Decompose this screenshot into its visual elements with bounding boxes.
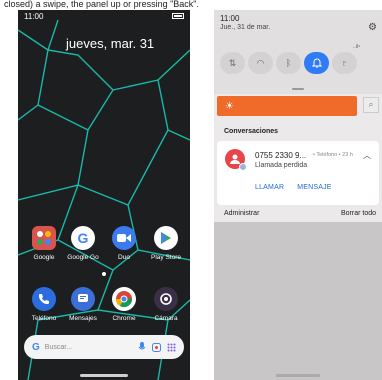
apps-grid-icon[interactable] — [167, 343, 176, 352]
app-label: Google — [33, 254, 55, 261]
status-bar: 11:00 — [24, 10, 184, 22]
call-button[interactable]: LLAMAR — [255, 184, 284, 191]
bluetooth-icon: ᛒ — [285, 58, 292, 68]
google-folder-icon — [32, 226, 56, 250]
status-time: 11:00 — [220, 14, 240, 23]
data-toggle-tile[interactable]: ⇅ — [220, 52, 245, 74]
brightness-slider[interactable]: ☀ — [217, 96, 357, 116]
bluetooth-toggle-tile[interactable]: ᛒ — [276, 52, 301, 74]
notification-actions: LLAMAR MENSAJE — [255, 184, 332, 191]
app-play-store[interactable]: Play Store — [146, 226, 186, 261]
data-arrows-icon: ⇅ — [228, 57, 237, 68]
search-bar[interactable]: G Buscar... — [24, 335, 184, 359]
status-date: Jue., 31 de mar. — [220, 24, 271, 31]
battery-icon — [172, 13, 184, 19]
google-logo-icon: G — [32, 341, 40, 353]
app-duo[interactable]: Duo — [104, 226, 144, 261]
status-time: 11:00 — [24, 11, 44, 21]
mic-icon[interactable] — [138, 342, 146, 352]
lens-icon[interactable] — [152, 342, 161, 352]
page-indicator — [102, 272, 106, 276]
app-messages[interactable]: Mensajes — [63, 287, 103, 322]
camera-icon — [154, 287, 178, 311]
manage-button[interactable]: Administrar — [224, 210, 259, 217]
notification-title: 0755 2330 9... — [255, 151, 307, 160]
app-google[interactable]: Google — [24, 226, 64, 261]
sun-icon: ☀ — [225, 100, 234, 112]
flashlight-icon: ♇ — [341, 58, 348, 68]
wallpaper — [18, 19, 190, 380]
date-widget[interactable]: jueves, mar. 31 — [66, 36, 154, 51]
app-label: Duo — [118, 254, 130, 261]
gear-icon[interactable]: ⚙ — [368, 22, 377, 33]
auto-brightness-icon[interactable]: ⌕ — [363, 97, 379, 113]
phone-icon — [32, 287, 56, 311]
message-button[interactable]: MENSAJE — [297, 184, 331, 191]
app-phone[interactable]: Teléfono — [24, 287, 64, 322]
search-placeholder: Buscar... — [44, 343, 73, 351]
app-chrome[interactable]: Chrome — [104, 287, 144, 322]
home-screen: 11:00 jueves, mar. 31 Google G Google Go… — [18, 10, 190, 380]
play-store-icon — [154, 226, 178, 250]
panel-handle[interactable] — [292, 88, 304, 90]
app-google-go[interactable]: G Google Go — [63, 226, 103, 261]
google-go-icon: G — [71, 226, 95, 250]
home-gesture-bar[interactable] — [80, 374, 128, 377]
notification-meta: • Teléfono • 23 h — [313, 152, 353, 158]
duo-icon — [112, 226, 136, 250]
app-label: Mensajes — [69, 315, 97, 322]
chevron-up-icon[interactable]: ︿ — [363, 150, 371, 161]
blurred-background — [214, 222, 382, 380]
signal-indicator: ..il⁴ — [353, 44, 361, 50]
bell-icon — [311, 58, 322, 68]
home-gesture-bar[interactable] — [276, 374, 320, 377]
missed-call-notification[interactable]: 0755 2330 9... • Teléfono • 23 h ︿ Llama… — [217, 141, 379, 205]
caption-text: closed) a swipe, the panel up or pressin… — [4, 0, 199, 9]
app-label: Teléfono — [31, 315, 57, 322]
wifi-toggle-tile[interactable]: ◠ — [248, 52, 273, 74]
chrome-icon — [112, 287, 136, 311]
wifi-icon: ◠ — [256, 57, 265, 68]
notification-subtitle: Llamada perdida — [255, 162, 308, 169]
app-label: Play Store — [151, 254, 181, 261]
call-badge-icon — [239, 163, 247, 171]
notification-shade: 11:00 Jue., 31 de mar. ⚙ ..il⁴ ⇅ ◠ ᛒ ♇ ☀… — [214, 10, 382, 380]
app-label: Google Go — [67, 254, 99, 261]
dnd-toggle-tile[interactable] — [304, 52, 329, 74]
flashlight-toggle-tile[interactable]: ♇ — [332, 52, 357, 74]
section-title: Conversaciones — [224, 128, 279, 135]
messages-icon — [71, 287, 95, 311]
app-label: Chrome — [112, 315, 136, 322]
app-camera[interactable]: Cámara — [146, 287, 186, 322]
clear-all-button[interactable]: Borrar todo — [341, 210, 376, 217]
app-label: Cámara — [154, 315, 178, 322]
quick-tiles: ⇅ ◠ ᛒ ♇ — [220, 52, 360, 82]
